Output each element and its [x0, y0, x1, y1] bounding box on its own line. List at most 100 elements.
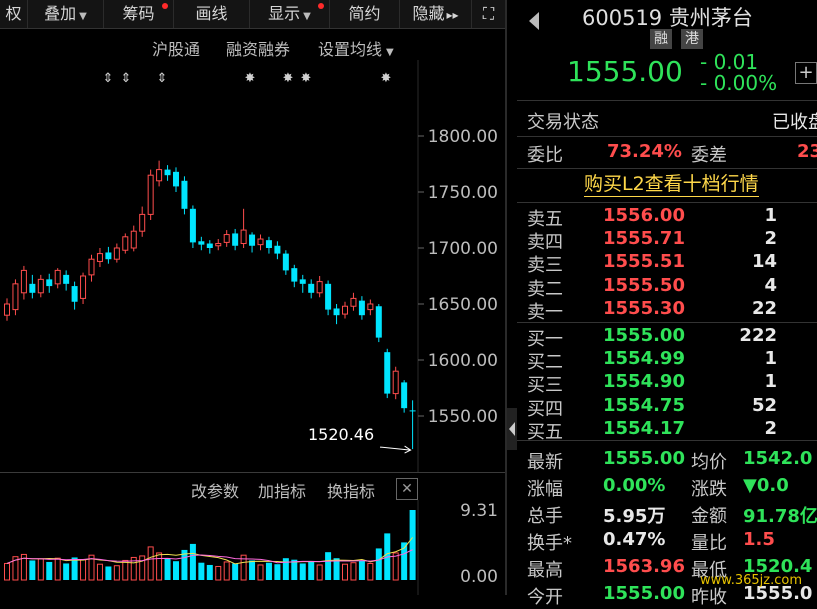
drawline-label: 画线 — [195, 4, 228, 23]
ask-level-label: 卖三 — [527, 255, 563, 277]
divider — [517, 168, 817, 169]
volume-bar — [164, 558, 171, 580]
bid-level-label: 买四 — [527, 398, 563, 420]
candle — [333, 308, 340, 316]
double-arrow-right-icon: ▸▸ — [446, 8, 459, 22]
volume-bar — [105, 566, 112, 580]
volume-bar — [113, 565, 120, 581]
order-ratio-label: 委比 — [527, 145, 563, 166]
volume-bar — [206, 564, 213, 580]
stat-label: 量比 — [691, 533, 727, 554]
divider — [517, 100, 817, 101]
previous-stock-icon[interactable] — [529, 12, 539, 30]
candle — [80, 275, 87, 299]
current-price: 1555.00 — [567, 55, 683, 88]
watermark: www.365jz.com — [700, 573, 802, 588]
chips-button[interactable]: 筹码 — [104, 0, 174, 28]
set-ma-link[interactable]: 设置均线 ▼ — [318, 36, 394, 60]
stat-value: 1555.00 — [603, 448, 685, 469]
y-tick-label: 1700.00 — [428, 239, 498, 259]
volume-bar — [249, 560, 256, 580]
overlay-label: 叠加 — [44, 4, 77, 23]
bid-volume: 2 — [764, 417, 777, 439]
candle — [316, 281, 323, 294]
tab-partial-left[interactable]: 权 — [0, 0, 28, 28]
ask-row: 卖三 1555.51 14 — [517, 251, 817, 277]
candle — [409, 410, 416, 412]
concise-label: 简约 — [348, 4, 381, 23]
volume-bar — [375, 548, 382, 580]
quote-header: 600519 贵州茅台 融 港 1555.00 - 0.01 - 0.00% + — [517, 0, 817, 100]
display-button[interactable]: 显示 ▼ — [250, 0, 330, 28]
hide-label: 隐藏 — [412, 4, 445, 23]
notification-dot-icon — [162, 3, 168, 9]
add-indicator-button[interactable]: 加指标 — [258, 478, 306, 502]
bid-price: 1554.90 — [603, 371, 685, 393]
candle — [4, 303, 10, 316]
stat-value: 0.00% — [603, 475, 666, 496]
candle — [122, 236, 129, 251]
chevron-down-icon: ▼ — [386, 47, 394, 58]
margin-trading-link[interactable]: 融资融券 — [226, 36, 290, 60]
volume-bar — [189, 543, 196, 580]
y-tick-label: 1750.00 — [428, 183, 498, 203]
ask-price: 1555.30 — [603, 297, 685, 319]
volume-bar — [308, 561, 315, 580]
hide-button[interactable]: 隐藏 ▸▸ — [400, 0, 472, 28]
overlay-button[interactable]: 叠加 ▼ — [28, 0, 104, 28]
stat-value: 1555.00 — [603, 583, 685, 604]
candle — [384, 352, 391, 394]
volume-bar — [358, 560, 365, 580]
ask-price: 1555.50 — [603, 274, 685, 296]
trade-status-row: 交易状态 已收盘 — [517, 108, 817, 133]
candle — [113, 247, 120, 260]
low-price-label: 1520.46 — [308, 425, 374, 444]
status-value: 已收盘 — [772, 112, 817, 133]
candle — [181, 180, 188, 209]
ask-volume: 14 — [751, 251, 777, 273]
stat-label: 最新 — [527, 452, 563, 473]
buy-l2-link[interactable]: 购买L2查看十档行情 — [584, 172, 759, 197]
stat-label: 换手* — [527, 533, 572, 554]
stat-value: ▼0.0 — [743, 475, 789, 496]
event-marker-icon: ⇕ — [121, 71, 132, 86]
event-marker-icon: ⇕ — [103, 71, 114, 86]
volume-chart[interactable]: 9.31 0.00 — [0, 500, 505, 595]
add-watchlist-button[interactable]: + — [795, 62, 817, 84]
volume-bar — [4, 562, 10, 581]
volume-bar — [409, 510, 416, 580]
bid-row: 买二 1554.99 1 — [517, 348, 817, 373]
bid-row: 买四 1554.75 52 — [517, 395, 817, 420]
candle — [291, 268, 298, 282]
bid-volume: 222 — [739, 325, 777, 346]
candlestick-chart[interactable]: 1800.00 1750.00 1700.00 1650.00 1600.00 1550.… — [0, 60, 505, 472]
candle — [392, 370, 399, 395]
switch-indicator-button[interactable]: 换指标 — [327, 478, 375, 502]
event-marker-icon: ✸ — [245, 71, 256, 86]
display-label: 显示 — [268, 4, 301, 23]
volume-bar — [265, 562, 272, 580]
fullscreen-icon: ⛶ — [482, 4, 495, 23]
drawline-button[interactable]: 画线 — [174, 0, 250, 28]
y-tick-label: 1550.00 — [428, 407, 498, 427]
stat-value: 5.95万 — [603, 506, 666, 527]
ask-price: 1555.51 — [603, 251, 685, 273]
fullscreen-button[interactable]: ⛶ — [472, 0, 505, 28]
close-icon[interactable]: ✕ — [396, 478, 418, 500]
collapse-handle[interactable] — [507, 408, 517, 450]
candle — [375, 306, 382, 338]
concise-button[interactable]: 简约 — [330, 0, 400, 28]
candle — [37, 278, 44, 294]
candle — [46, 279, 53, 287]
stats-row: 总手 5.95万 金额 91.78亿 — [517, 502, 817, 527]
divider — [517, 322, 817, 323]
edit-params-button[interactable]: 改参数 — [191, 478, 239, 502]
stat-label: 最高 — [527, 560, 563, 581]
candle — [206, 243, 213, 248]
volume-bar — [215, 565, 222, 581]
stat-label: 总手 — [527, 506, 563, 527]
volume-bar — [223, 561, 230, 581]
hk-connect-link[interactable]: 沪股通 — [152, 36, 200, 60]
stats-row: 涨幅 0.00% 涨跌 ▼0.0 — [517, 475, 817, 500]
candle — [88, 258, 95, 276]
